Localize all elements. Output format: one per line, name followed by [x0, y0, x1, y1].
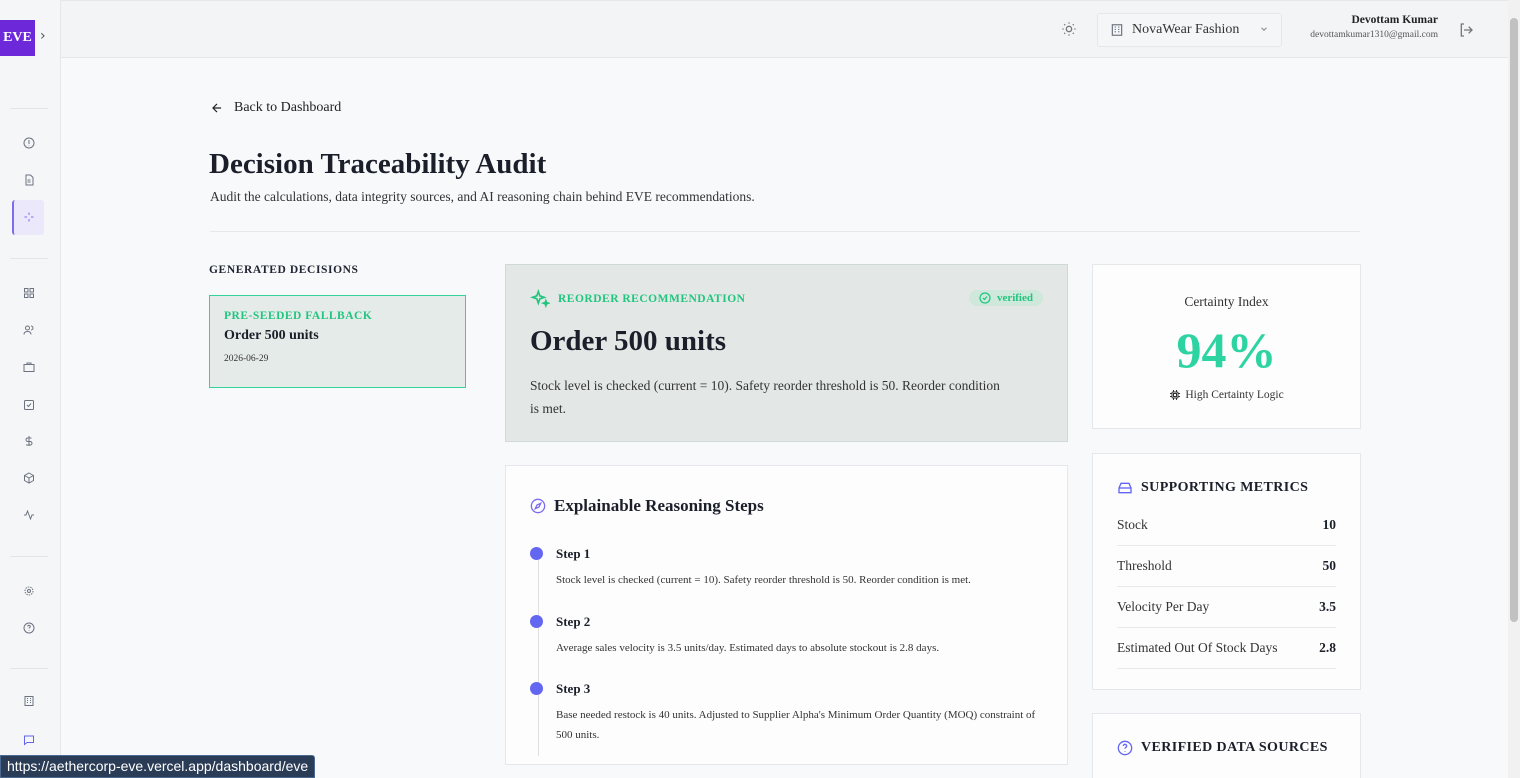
sidebar: EVE ›: [0, 0, 61, 778]
metric-name: Estimated Out Of Stock Days: [1117, 640, 1278, 655]
compass-icon: [530, 498, 546, 514]
metrics-heading: SUPPORTING METRICS: [1117, 480, 1336, 496]
recommendation-tag: REORDER RECOMMENDATION: [530, 289, 745, 309]
scrollbar[interactable]: [1508, 0, 1520, 778]
scrollbar-thumb[interactable]: [1510, 18, 1518, 622]
user-name: Devottam Kumar: [1351, 14, 1438, 26]
organization-select[interactable]: NovaWear Fashion: [1097, 13, 1282, 47]
verified-badge: verified: [968, 290, 1043, 306]
help-icon[interactable]: [20, 619, 38, 637]
user-email: devottamkumar1310@gmail.com: [1310, 30, 1438, 40]
metric-name: Stock: [1117, 517, 1148, 532]
step-dot: [530, 682, 543, 695]
verified-label: verified: [996, 292, 1033, 304]
step-text: Stock level is checked (current = 10). S…: [556, 574, 971, 586]
certainty-value: 94%: [1176, 322, 1277, 378]
decision-title: Order 500 units: [224, 328, 319, 343]
arrow-left-icon: [212, 103, 222, 113]
database-icon: [1118, 482, 1132, 494]
divider: [210, 231, 1360, 232]
reasoning-heading-label: Explainable Reasoning Steps: [554, 496, 764, 515]
reasoning-heading: Explainable Reasoning Steps: [530, 496, 764, 516]
checkbox-icon[interactable]: [20, 396, 38, 414]
page-subtitle: Audit the calculations, data integrity s…: [210, 189, 755, 204]
chat-icon[interactable]: [20, 731, 38, 749]
recommendation-tag-label: REORDER RECOMMENDATION: [558, 293, 746, 305]
step-label: Step 2: [556, 614, 591, 629]
metric-name: Velocity Per Day: [1117, 599, 1210, 614]
document-icon[interactable]: [20, 171, 38, 189]
sidebar-divider: [10, 668, 48, 669]
metric-row: Stock 10: [1117, 505, 1336, 546]
sun-icon[interactable]: [1061, 21, 1077, 37]
chevron-down-icon: [1261, 27, 1267, 31]
organization-name: NovaWear Fashion: [1132, 22, 1240, 37]
decision-date: 2026-06-29: [224, 354, 269, 364]
metrics-list: Stock 10 Threshold 50 Velocity Per Day 3.5 …: [1117, 505, 1336, 669]
recommendation-card: REORDER RECOMMENDATION verified Order 50…: [505, 264, 1068, 442]
help-icon: [1117, 740, 1133, 756]
step-text: Average sales velocity is 3.5 units/day.…: [556, 642, 940, 654]
link-preview-status: https://aethercorp-eve.vercel.app/dashbo…: [0, 755, 316, 778]
building-icon: [1111, 24, 1123, 36]
sidebar-divider: [10, 258, 48, 259]
sparkle-icon[interactable]: [20, 208, 38, 226]
sidebar-divider: [10, 556, 48, 557]
metric-value: 2.8: [1319, 640, 1336, 655]
metric-name: Threshold: [1117, 558, 1172, 573]
metric-value: 3.5: [1319, 599, 1336, 614]
metric-value: 50: [1322, 558, 1337, 573]
step-text: Base needed restock is 40 units. Adjuste…: [556, 709, 1036, 741]
metrics-heading-label: SUPPORTING METRICS: [1141, 480, 1309, 495]
activity-icon[interactable]: [20, 506, 38, 524]
metric-row: Threshold 50: [1117, 546, 1336, 587]
sparkles-icon: [530, 289, 550, 309]
briefcase-icon[interactable]: [20, 358, 38, 376]
sources-heading-label: VERIFIED DATA SOURCES: [1141, 740, 1328, 755]
building-icon[interactable]: [20, 692, 38, 710]
decision-tag: PRE-SEEDED FALLBACK: [224, 310, 373, 322]
sources-heading: VERIFIED DATA SOURCES: [1117, 740, 1336, 756]
reasoning-steps-card: Explainable Reasoning Steps Step 1 Stock…: [505, 465, 1068, 765]
metric-value: 10: [1322, 517, 1337, 532]
supporting-metrics-card: SUPPORTING METRICS Stock 10 Threshold 50 V…: [1092, 453, 1361, 690]
back-to-dashboard-link[interactable]: Back to Dashboard: [210, 100, 341, 116]
logout-icon[interactable]: [1458, 22, 1474, 38]
chevron-right-icon[interactable]: ›: [40, 28, 46, 44]
top-bar: NovaWear Fashion Devottam Kumar devottam…: [61, 0, 1508, 58]
chip-icon: [1170, 390, 1181, 400]
certainty-logic: High Certainty Logic: [1093, 389, 1360, 401]
page-title: Decision Traceability Audit: [209, 148, 547, 180]
step-dot: [530, 615, 543, 628]
step-label: Step 1: [556, 546, 591, 561]
metric-row: Velocity Per Day 3.5: [1117, 587, 1336, 628]
certainty-label: Certainty Index: [1184, 294, 1269, 309]
metric-row: Estimated Out Of Stock Days 2.8: [1117, 628, 1336, 669]
package-icon[interactable]: [20, 469, 38, 487]
compass-icon[interactable]: [20, 134, 38, 152]
dollar-icon[interactable]: [20, 432, 38, 450]
generated-decisions-heading: GENERATED DECISIONS: [209, 264, 359, 276]
certainty-card: Certainty Index 94% High Certainty Logic: [1092, 264, 1361, 429]
recommendation-description: Stock level is checked (current = 10). S…: [530, 378, 1000, 416]
certainty-logic-label: High Certainty Logic: [1185, 389, 1284, 401]
decision-card[interactable]: PRE-SEEDED FALLBACK Order 500 units 2026…: [209, 295, 466, 388]
timeline-line: [538, 556, 539, 756]
gear-icon[interactable]: [20, 582, 38, 600]
back-label: Back to Dashboard: [234, 100, 342, 115]
check-circle-icon: [979, 292, 991, 304]
eve-logo[interactable]: EVE: [0, 20, 35, 56]
sidebar-divider: [10, 108, 48, 109]
grid-icon[interactable]: [20, 284, 38, 302]
users-icon[interactable]: [20, 321, 38, 339]
step-dot: [530, 547, 543, 560]
recommendation-title: Order 500 units: [530, 325, 727, 357]
verified-data-sources-card: VERIFIED DATA SOURCES: [1092, 713, 1361, 778]
step-label: Step 3: [556, 681, 591, 696]
